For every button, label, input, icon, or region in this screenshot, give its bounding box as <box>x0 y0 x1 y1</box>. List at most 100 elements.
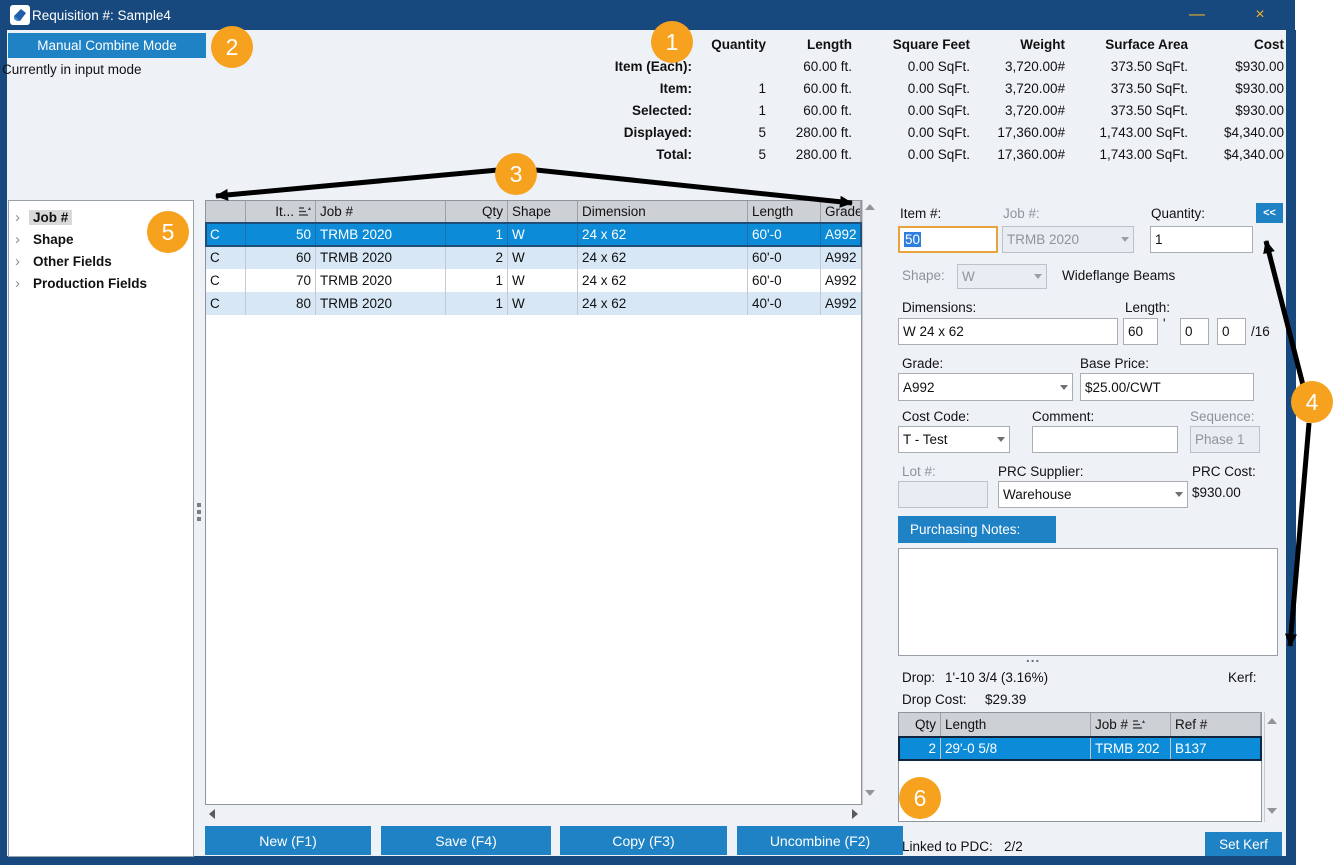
grade-select[interactable]: A992 <box>898 373 1073 401</box>
tree-item-production-fields[interactable]: › Production Fields <box>9 272 193 294</box>
drop-cost-label: Drop Cost: <box>902 692 967 707</box>
summary-col-quantity: Quantity <box>694 33 768 55</box>
callout-1: 1 <box>651 21 693 63</box>
minimize-button[interactable]: — <box>1179 3 1215 27</box>
lot-number-field[interactable] <box>898 481 988 508</box>
callout-4: 4 <box>1291 381 1333 423</box>
dropdown-arrow-icon <box>1034 274 1042 279</box>
dropdown-arrow-icon <box>1060 385 1068 390</box>
summary-col-cost: Cost <box>1190 33 1286 55</box>
table-row[interactable]: C50TRMB 20201W24 x 6260'-0A992 <box>206 223 861 246</box>
linked-grid-scrollbar[interactable] <box>1264 712 1279 822</box>
linked-col-ref[interactable]: Ref # <box>1171 713 1261 737</box>
comment-label: Comment: <box>1032 409 1094 424</box>
grid-col-shape[interactable]: Shape <box>508 201 578 223</box>
scroll-down-icon[interactable] <box>1267 808 1277 814</box>
callout-3: 3 <box>495 153 537 195</box>
grid-col-item[interactable]: It... <box>246 201 316 223</box>
collapse-panel-button[interactable]: << <box>1256 203 1283 223</box>
length-label: Length: <box>1125 300 1170 315</box>
linked-col-length[interactable]: Length <box>941 713 1091 737</box>
scroll-up-icon[interactable] <box>1267 718 1277 724</box>
grid-col-length[interactable]: Length <box>748 201 821 223</box>
length-inches-field[interactable]: 0 <box>1180 318 1209 345</box>
grid-col-qty[interactable]: Qty <box>446 201 508 223</box>
uncombine-button[interactable]: Uncombine (F2) <box>737 826 903 855</box>
scroll-right-icon[interactable] <box>852 809 858 819</box>
dropdown-arrow-icon <box>1121 237 1129 242</box>
length-sixteenths-field[interactable]: 0 <box>1217 318 1246 345</box>
dimensions-field[interactable]: W 24 x 62 <box>898 318 1118 345</box>
linked-pdc-value: 2/2 <box>1004 839 1023 854</box>
drop-value: 1'-10 3/4 (3.16%) <box>945 670 1048 685</box>
linked-col-qty[interactable]: Qty <box>899 713 941 737</box>
grid-vertical-scrollbar[interactable] <box>862 200 877 805</box>
save-button[interactable]: Save (F4) <box>381 826 551 855</box>
table-row[interactable]: C80TRMB 20201W24 x 6240'-0A992 <box>206 292 861 315</box>
sort-ascending-icon <box>1133 719 1145 730</box>
copy-button[interactable]: Copy (F3) <box>560 826 727 855</box>
item-number-label: Item #: <box>900 206 941 221</box>
grid-horizontal-scrollbar[interactable] <box>205 806 862 821</box>
chevron-right-icon[interactable]: › <box>15 253 29 270</box>
kerf-label: Kerf: <box>1228 670 1257 685</box>
table-row[interactable]: C60TRMB 20202W24 x 6260'-0A992 <box>206 246 861 269</box>
prc-cost-label: PRC Cost: <box>1192 464 1256 479</box>
scroll-up-icon[interactable] <box>865 204 875 210</box>
summary-col-surfacearea: Surface Area <box>1067 33 1190 55</box>
feet-mark: ' <box>1163 316 1166 331</box>
dropdown-arrow-icon <box>1175 492 1183 497</box>
sort-ascending-icon <box>299 206 311 217</box>
cost-code-label: Cost Code: <box>902 409 970 424</box>
base-price-field[interactable]: $25.00/CWT <box>1080 373 1254 401</box>
window-border-left <box>0 30 7 865</box>
job-number-select[interactable]: TRMB 2020 <box>1002 226 1134 253</box>
callout-5: 5 <box>147 211 189 253</box>
app-icon <box>10 5 30 25</box>
manual-combine-mode-button[interactable]: Manual Combine Mode <box>8 33 206 58</box>
scroll-down-icon[interactable] <box>865 790 875 796</box>
lot-number-label: Lot #: <box>902 464 936 479</box>
dropdown-arrow-icon <box>997 437 1005 442</box>
chevron-right-icon[interactable]: › <box>15 231 29 248</box>
new-button[interactable]: New (F1) <box>205 826 371 855</box>
chevron-right-icon[interactable]: › <box>15 209 29 226</box>
purchasing-notes-button[interactable]: Purchasing Notes: <box>898 516 1056 543</box>
chevron-right-icon[interactable]: › <box>15 275 29 292</box>
filter-tree-panel: › Job # › Shape › Other Fields › Product… <box>8 200 194 857</box>
sequence-field[interactable]: Phase 1 <box>1190 426 1260 453</box>
grid-col-job[interactable]: Job # <box>316 201 446 223</box>
splitter-handle[interactable] <box>197 503 201 521</box>
summary-row-item: Item: 160.00 ft.0.00 SqFt.3,720.00#373.5… <box>552 77 1286 99</box>
title-bar: Requisition #: Sample4 — × <box>0 0 1295 30</box>
item-number-field[interactable]: 50 <box>898 226 998 253</box>
length-feet-field[interactable]: 60 <box>1123 318 1158 345</box>
tree-item-other-fields[interactable]: › Other Fields <box>9 250 193 272</box>
comment-field[interactable] <box>1032 426 1178 453</box>
close-button[interactable]: × <box>1242 3 1278 27</box>
quantity-field[interactable]: 1 <box>1150 226 1253 253</box>
resize-handle[interactable]: ... <box>1026 650 1040 665</box>
grid-col-grade[interactable]: Grade <box>821 201 861 223</box>
window-border-bottom <box>0 856 1296 865</box>
shape-description: Wideflange Beams <box>1062 268 1175 283</box>
grid-col-indicator[interactable] <box>206 201 246 223</box>
table-row[interactable]: 2 29'-0 5/8 TRMB 202 B137 <box>899 737 1261 760</box>
grid-col-dimension[interactable]: Dimension <box>578 201 748 223</box>
window-border-right <box>1286 30 1296 865</box>
shape-label: Shape: <box>902 268 945 283</box>
table-row[interactable]: C70TRMB 20201W24 x 6260'-0A992 <box>206 269 861 292</box>
linked-grid: Qty Length Job # Ref # 2 29'-0 5/8 TRMB … <box>898 712 1262 822</box>
shape-select[interactable]: W <box>957 264 1047 289</box>
sequence-label: Sequence: <box>1190 409 1255 424</box>
summary-col-weight: Weight <box>972 33 1067 55</box>
window-title: Requisition #: Sample4 <box>32 8 171 23</box>
set-kerf-button[interactable]: Set Kerf <box>1205 832 1282 856</box>
scroll-left-icon[interactable] <box>209 809 215 819</box>
base-price-label: Base Price: <box>1080 356 1149 371</box>
prc-supplier-select[interactable]: Warehouse <box>998 481 1188 508</box>
cost-code-select[interactable]: T - Test <box>898 426 1010 453</box>
purchasing-notes-textarea[interactable] <box>898 548 1278 656</box>
linked-col-job[interactable]: Job # <box>1091 713 1171 737</box>
summary-row-selected: Selected: 160.00 ft.0.00 SqFt.3,720.00#3… <box>552 99 1286 121</box>
